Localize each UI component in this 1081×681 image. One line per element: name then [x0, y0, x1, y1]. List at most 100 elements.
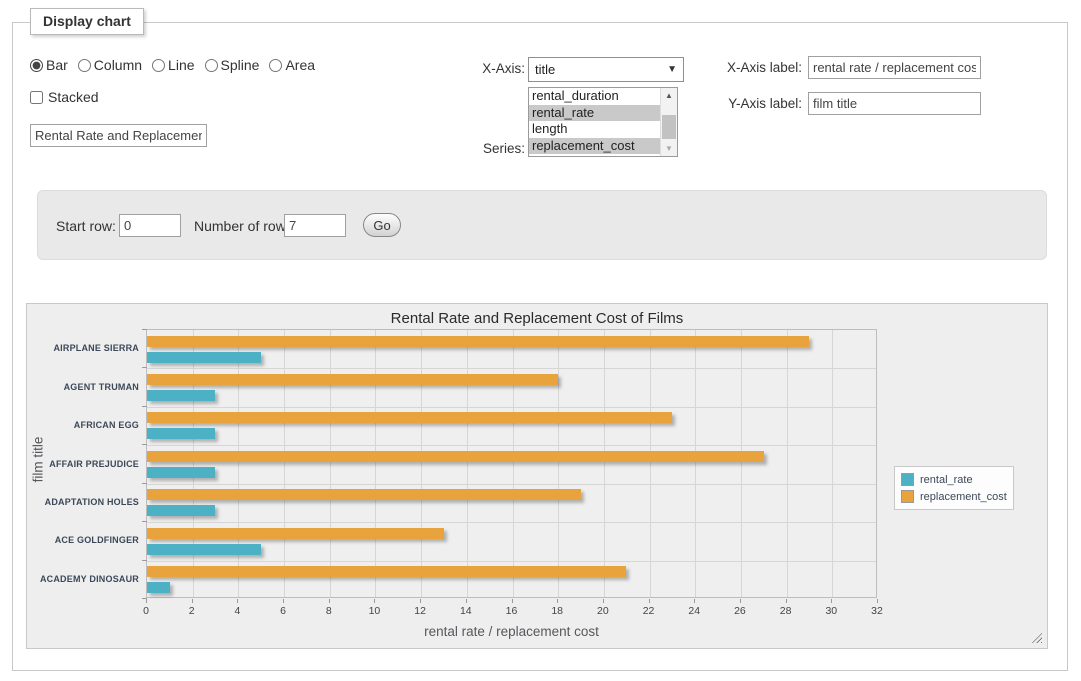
x-ticklabel-20: 20 [588, 605, 618, 617]
line-radio-label: Line [168, 57, 194, 73]
radio-option-area[interactable]: Area [269, 57, 315, 73]
category-label-ace-goldfinger: ACE GOLDFINGER [27, 535, 139, 545]
column-radio[interactable] [78, 59, 91, 72]
number-of-rows-label: Number of rows: [194, 218, 297, 234]
gridline-x-18 [558, 330, 559, 597]
y-tickmark-1 [142, 367, 147, 368]
x-ticklabel-2: 2 [177, 605, 207, 617]
area-radio-label: Area [285, 57, 315, 73]
x-ticklabel-26: 26 [725, 605, 755, 617]
legend-label-rental_rate: rental_rate [920, 474, 973, 486]
x-axis-select[interactable]: title ▼ [528, 57, 684, 82]
chart-type-radio-group: Bar Column Line Spline Area [30, 57, 321, 73]
chart-panel: Rental Rate and Replacement Cost of Film… [26, 303, 1048, 649]
x-tickmark-6 [283, 599, 284, 603]
stacked-checkbox-wrap[interactable]: Stacked [30, 89, 99, 105]
y-tickmark-5 [142, 521, 147, 522]
category-label-academy-dinosaur: ACADEMY DINOSAUR [27, 574, 139, 584]
x-ticklabel-28: 28 [771, 605, 801, 617]
gridline-x-10 [375, 330, 376, 597]
resize-handle-icon[interactable] [1032, 633, 1042, 643]
gridline-band-4 [147, 484, 876, 485]
series-multiselect[interactable]: rental_durationrental_ratelengthreplacem… [528, 87, 678, 157]
x-tickmark-26 [740, 599, 741, 603]
spline-radio[interactable] [205, 59, 218, 72]
radio-option-column[interactable]: Column [78, 57, 142, 73]
bar-radio-label: Bar [46, 57, 68, 73]
x-ticklabel-8: 8 [314, 605, 344, 617]
bar-replacement_cost-agent-truman [147, 374, 558, 385]
stacked-checkbox[interactable] [30, 91, 43, 104]
gridline-band-1 [147, 368, 876, 369]
x-ticklabel-22: 22 [634, 605, 664, 617]
radio-option-bar[interactable]: Bar [30, 57, 68, 73]
bar-rental_rate-ace-goldfinger [147, 544, 261, 555]
category-label-african-egg: AFRICAN EGG [27, 420, 139, 430]
x-ticklabel-10: 10 [359, 605, 389, 617]
fieldset-legend: Display chart [30, 8, 144, 35]
go-button[interactable]: Go [363, 213, 401, 237]
x-tickmark-24 [694, 599, 695, 603]
x-axis-label-input[interactable] [808, 56, 981, 79]
y-axis-label-field-label: Y-Axis label: [712, 96, 802, 111]
bar-radio[interactable] [30, 59, 43, 72]
x-ticklabel-4: 4 [222, 605, 252, 617]
number-of-rows-input[interactable] [284, 214, 346, 237]
y-tickmark-3 [142, 444, 147, 445]
series-scrollbar[interactable]: ▲ ▼ [660, 88, 677, 156]
bar-rental_rate-academy-dinosaur [147, 582, 170, 593]
bar-rental_rate-adaptation-holes [147, 505, 215, 516]
y-axis-label-input[interactable] [808, 92, 981, 115]
x-tickmark-16 [512, 599, 513, 603]
start-row-label: Start row: [56, 218, 116, 234]
line-radio[interactable] [152, 59, 165, 72]
series-option-length[interactable]: length [529, 121, 660, 138]
x-ticklabel-24: 24 [679, 605, 709, 617]
bar-rental_rate-agent-truman [147, 390, 215, 401]
legend-entry-rental_rate: rental_rate [901, 471, 1007, 488]
category-label-airplane-sierra: AIRPLANE SIERRA [27, 343, 139, 353]
legend-entry-replacement_cost: replacement_cost [901, 488, 1007, 505]
gridline-x-22 [650, 330, 651, 597]
x-ticklabel-30: 30 [816, 605, 846, 617]
y-tickmark-2 [142, 406, 147, 407]
gridline-band-6 [147, 561, 876, 562]
legend-swatch-replacement_cost [901, 490, 914, 503]
scroll-down-icon[interactable]: ▼ [661, 141, 677, 156]
chart-plot-area [146, 329, 877, 598]
start-row-input[interactable] [119, 214, 181, 237]
area-radio[interactable] [269, 59, 282, 72]
bar-rental_rate-african-egg [147, 428, 215, 439]
x-tickmark-0 [146, 599, 147, 603]
gridline-x-2 [193, 330, 194, 597]
gridline-x-12 [421, 330, 422, 597]
x-tickmark-20 [603, 599, 604, 603]
series-option-rental_duration[interactable]: rental_duration [529, 88, 660, 105]
dropdown-arrow-icon: ▼ [667, 64, 677, 75]
series-option-replacement_cost[interactable]: replacement_cost [529, 138, 660, 155]
bar-replacement_cost-airplane-sierra [147, 336, 809, 347]
scroll-up-icon[interactable]: ▲ [661, 88, 677, 103]
x-tickmark-30 [831, 599, 832, 603]
y-tickmark-4 [142, 483, 147, 484]
bar-replacement_cost-ace-goldfinger [147, 528, 444, 539]
x-tickmark-10 [374, 599, 375, 603]
radio-option-spline[interactable]: Spline [205, 57, 260, 73]
x-axis-title: rental rate / replacement cost [146, 624, 877, 639]
radio-option-line[interactable]: Line [152, 57, 194, 73]
bar-rental_rate-airplane-sierra [147, 352, 261, 363]
bar-rental_rate-affair-prejudice [147, 467, 215, 478]
row-range-panel: Start row: Number of rows: Go [37, 190, 1047, 260]
y-tickmark-6 [142, 560, 147, 561]
legend-swatch-rental_rate [901, 473, 914, 486]
series-option-rental_rate[interactable]: rental_rate [529, 105, 660, 122]
chart-title-input[interactable] [30, 124, 207, 147]
x-ticklabel-14: 14 [451, 605, 481, 617]
gridline-x-8 [330, 330, 331, 597]
gridline-band-3 [147, 445, 876, 446]
gridline-x-16 [513, 330, 514, 597]
x-tickmark-14 [466, 599, 467, 603]
x-ticklabel-32: 32 [862, 605, 892, 617]
x-tickmark-4 [237, 599, 238, 603]
scrollbar-thumb[interactable] [662, 115, 676, 139]
